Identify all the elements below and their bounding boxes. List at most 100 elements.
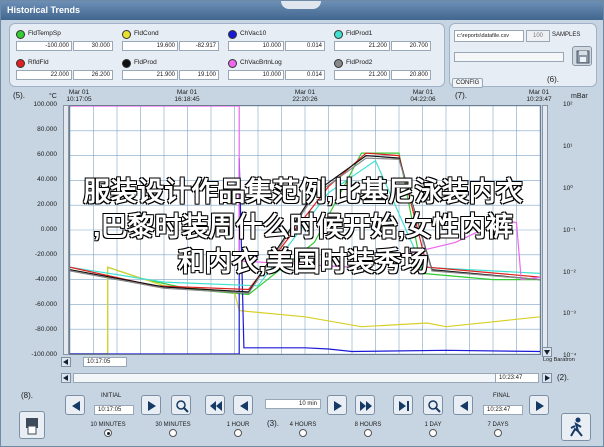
series-max-field[interactable]: 30.000 xyxy=(73,41,113,51)
series-min-field[interactable]: 10.000 xyxy=(228,70,284,80)
series-name: FldProd2 xyxy=(346,59,373,66)
left-y-tick: -100.000 xyxy=(31,351,57,358)
time-header: Mar 01 22:20:26 xyxy=(275,89,335,103)
navigation-bar: (8). INITIAL 10:17:05 10 min FINAL 10:23… xyxy=(9,389,599,445)
step-forward-button[interactable] xyxy=(327,395,347,415)
historical-trends-window: Historical Trends FldTempSp -100.000 30.… xyxy=(0,0,604,447)
left-y-tick: 0.000 xyxy=(40,226,57,233)
series-min-field[interactable]: 21.200 xyxy=(334,41,390,51)
end-time-field[interactable]: 10:23:47 xyxy=(495,373,539,383)
final-time-field[interactable]: 10:23:47 xyxy=(483,405,523,415)
series-min-field[interactable]: 22.000 xyxy=(16,70,72,80)
skip-end-icon xyxy=(399,401,409,411)
print-button[interactable] xyxy=(19,411,45,439)
initial-time-field[interactable]: 10:17:05 xyxy=(94,405,134,415)
series-max-field[interactable]: 0.014 xyxy=(285,70,325,80)
fast-rewind-button[interactable] xyxy=(205,395,225,415)
save-button[interactable] xyxy=(572,46,592,66)
time-range-option[interactable]: 8 HOURS xyxy=(343,422,393,437)
series-max-field[interactable]: -82.917 xyxy=(179,41,219,51)
span-field[interactable]: 10 min xyxy=(265,399,321,409)
arrow-right-icon xyxy=(148,401,156,411)
radio-button[interactable] xyxy=(234,429,242,437)
series-max-field[interactable]: 20.800 xyxy=(391,70,431,80)
scroll-left-button[interactable] xyxy=(61,357,71,367)
time-range-option[interactable]: 1 DAY xyxy=(408,422,458,437)
legend-item[interactable]: FldTempSp -100.000 30.000 xyxy=(14,28,114,54)
radio-button[interactable] xyxy=(104,429,112,437)
fast-forward-button[interactable] xyxy=(355,395,375,415)
time-scroll-right-button[interactable] xyxy=(542,373,552,383)
series-color-swatch[interactable] xyxy=(122,30,131,39)
time-range-option[interactable]: 30 MINUTES xyxy=(148,422,198,437)
callout-8: (8). xyxy=(21,391,33,400)
left-y-tick: 20.000 xyxy=(37,201,57,208)
radio-button[interactable] xyxy=(169,429,177,437)
start-time-field[interactable]: 10:17:05 xyxy=(83,357,127,367)
go-end-button[interactable] xyxy=(393,395,413,415)
series-max-field[interactable]: 26.200 xyxy=(73,70,113,80)
time-scroll-left-button[interactable] xyxy=(61,373,71,383)
series-color-swatch[interactable] xyxy=(122,59,131,68)
time-scrollbar[interactable] xyxy=(73,373,539,383)
file-path-input[interactable]: c:\reports\datafile.csv xyxy=(454,30,524,42)
legend-panel: FldTempSp -100.000 30.000 FldCond 19.600… xyxy=(9,23,445,87)
radio-button[interactable] xyxy=(364,429,372,437)
series-color-swatch[interactable] xyxy=(334,30,343,39)
series-color-swatch[interactable] xyxy=(228,59,237,68)
time-range-option[interactable]: 4 HOURS xyxy=(278,422,328,437)
series-color-swatch[interactable] xyxy=(16,59,25,68)
series-color-swatch[interactable] xyxy=(228,30,237,39)
series-color-swatch[interactable] xyxy=(16,30,25,39)
step-back-button[interactable] xyxy=(233,395,253,415)
callout-2: (2). xyxy=(557,373,569,382)
time-range-label: 8 HOURS xyxy=(354,422,382,428)
series-max-field[interactable]: 20.700 xyxy=(391,41,431,51)
series-color-swatch[interactable] xyxy=(334,59,343,68)
back-start-button[interactable] xyxy=(65,395,85,415)
final-forward-button[interactable] xyxy=(529,395,549,415)
title-tab-handle[interactable] xyxy=(281,1,321,9)
samples-input[interactable]: 100 xyxy=(526,30,550,42)
time-header-time: 10:17:05 xyxy=(66,96,92,103)
time-header: Mar 01 10:17:05 xyxy=(49,89,109,103)
legend-item[interactable]: FldProd2 21.200 20.800 xyxy=(332,57,432,83)
zoom-in-icon xyxy=(176,400,189,413)
time-range-option[interactable]: 10 MINUTES xyxy=(83,422,133,437)
legend-item[interactable]: FldProd 21.900 19.100 xyxy=(120,57,220,83)
legend-item[interactable]: ChVac10 10.000 0.014 xyxy=(226,28,326,54)
legend-item[interactable]: RfldFld 22.000 26.200 xyxy=(14,57,114,83)
legend-item[interactable]: FldProd1 21.200 20.700 xyxy=(332,28,432,54)
right-axis-scrollbar[interactable] xyxy=(542,105,548,355)
radio-button[interactable] xyxy=(429,429,437,437)
series-min-field[interactable]: -100.000 xyxy=(16,41,72,51)
legend-item[interactable]: FldCond 19.600 -82.917 xyxy=(120,28,220,54)
config-button[interactable]: CONFIG xyxy=(452,78,484,88)
right-y-tick: 10¹ xyxy=(563,142,573,150)
series-min-field[interactable]: 10.000 xyxy=(228,41,284,51)
series-max-field[interactable]: 19.100 xyxy=(179,70,219,80)
right-axis-down-button[interactable] xyxy=(542,347,552,357)
time-range-option[interactable]: 1 HOUR xyxy=(213,422,263,437)
series-min-field[interactable]: 21.200 xyxy=(334,70,390,80)
radio-button[interactable] xyxy=(494,429,502,437)
series-max-field[interactable]: 0.014 xyxy=(285,41,325,51)
legend-item[interactable]: ChVacBrtnLog 10.000 0.014 xyxy=(226,57,326,83)
right-y-tick: 10⁻³ xyxy=(563,310,576,318)
trend-plot[interactable] xyxy=(69,105,541,355)
triangle-left-icon xyxy=(63,375,68,381)
final-back-button[interactable] xyxy=(453,395,473,415)
series-min-field[interactable]: 19.600 xyxy=(122,41,178,51)
time-range-label: 10 MINUTES xyxy=(90,422,126,428)
run-button[interactable] xyxy=(561,413,591,441)
samples-slider[interactable] xyxy=(454,52,564,62)
initial-forward-button[interactable] xyxy=(141,395,161,415)
right-y-tick: 10⁻¹ xyxy=(563,227,576,234)
zoom-in-button[interactable] xyxy=(171,395,191,415)
zoom-out-button[interactable] xyxy=(423,395,443,415)
time-range-option[interactable]: 7 DAYS xyxy=(473,422,523,437)
left-y-tick: -20.000 xyxy=(34,251,57,258)
right-y-tick: 10⁻² xyxy=(563,268,576,276)
series-min-field[interactable]: 21.900 xyxy=(122,70,178,80)
radio-button[interactable] xyxy=(299,429,307,437)
